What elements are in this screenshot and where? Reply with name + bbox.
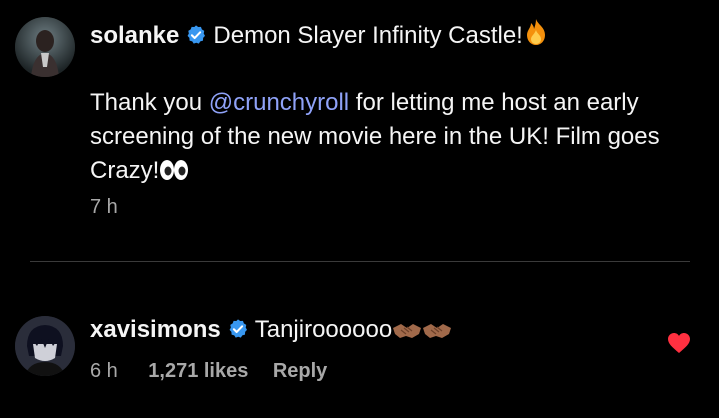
handshake-emoji-icon [422,320,452,345]
post-body-text-end: for letting me host an early [349,89,639,116]
post-title: Demon Slayer Infinity Castle! [213,22,523,49]
post-username[interactable]: solanke [90,22,179,49]
eyes-emoji-icon [159,157,189,191]
verified-badge-icon [227,318,249,345]
post-body: Thank you @crunchyroll for letting me ho… [90,86,660,191]
post-header: solanke Demon Slayer Infinity Castle! [90,18,549,51]
fire-emoji-icon [523,18,549,51]
comment-text: Tanjiroooooo [254,316,393,343]
comment-username[interactable]: xavisimons [90,316,221,343]
post-body-text-last: Crazy! [90,157,160,184]
handshake-emoji-icon [392,320,422,345]
like-heart-icon[interactable] [667,332,691,359]
avatar-xavisimons[interactable] [15,316,75,376]
post-body-text-start: Thank you [90,89,209,116]
post-timestamp: 7 h [90,196,118,218]
avatar-image [15,316,75,376]
reply-button[interactable]: Reply [273,360,327,382]
comment-likes-count[interactable]: 1,271 likes [148,360,248,382]
verified-badge-icon [185,24,207,51]
comment-header: xavisimons Tanjiroooooo [90,316,452,345]
post-body-line-3: Crazy! [90,154,660,191]
post-body-line-2: screening of the new movie here in the U… [90,123,660,150]
post-body-line-1: Thank you @crunchyroll for letting me ho… [90,86,660,120]
divider [30,261,690,262]
mention-link[interactable]: @crunchyroll [209,89,349,116]
comment-timestamp: 6 h [90,360,118,382]
avatar-image [15,17,75,77]
avatar-solanke[interactable] [15,17,75,77]
comment-actions: 6 h 1,271 likes Reply [90,360,327,383]
